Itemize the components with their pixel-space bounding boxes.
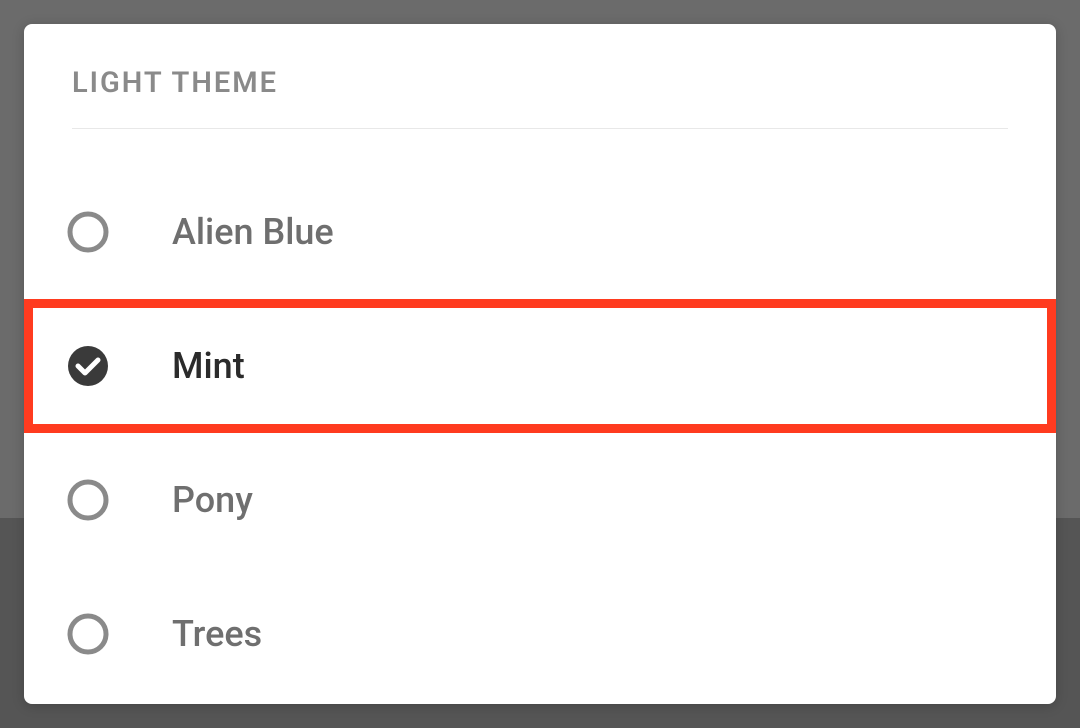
- theme-option-label: Mint: [172, 345, 245, 387]
- section-title: LIGHT THEME: [24, 24, 1056, 128]
- theme-picker-modal: LIGHT THEME Alien Blue Mint: [24, 24, 1056, 704]
- theme-option-pony[interactable]: Pony: [24, 433, 1056, 567]
- radio-unchecked-icon: [66, 210, 110, 254]
- radio-unchecked-icon: [66, 612, 110, 656]
- theme-option-mint[interactable]: Mint: [24, 299, 1056, 433]
- theme-option-label: Pony: [172, 479, 253, 521]
- theme-option-list: Alien Blue Mint Pony: [24, 129, 1056, 701]
- theme-option-trees[interactable]: Trees: [24, 567, 1056, 701]
- theme-option-label: Trees: [172, 613, 262, 655]
- radio-checked-icon: [66, 344, 110, 388]
- theme-option-alien-blue[interactable]: Alien Blue: [24, 165, 1056, 299]
- radio-unchecked-icon: [66, 478, 110, 522]
- theme-option-label: Alien Blue: [172, 211, 334, 253]
